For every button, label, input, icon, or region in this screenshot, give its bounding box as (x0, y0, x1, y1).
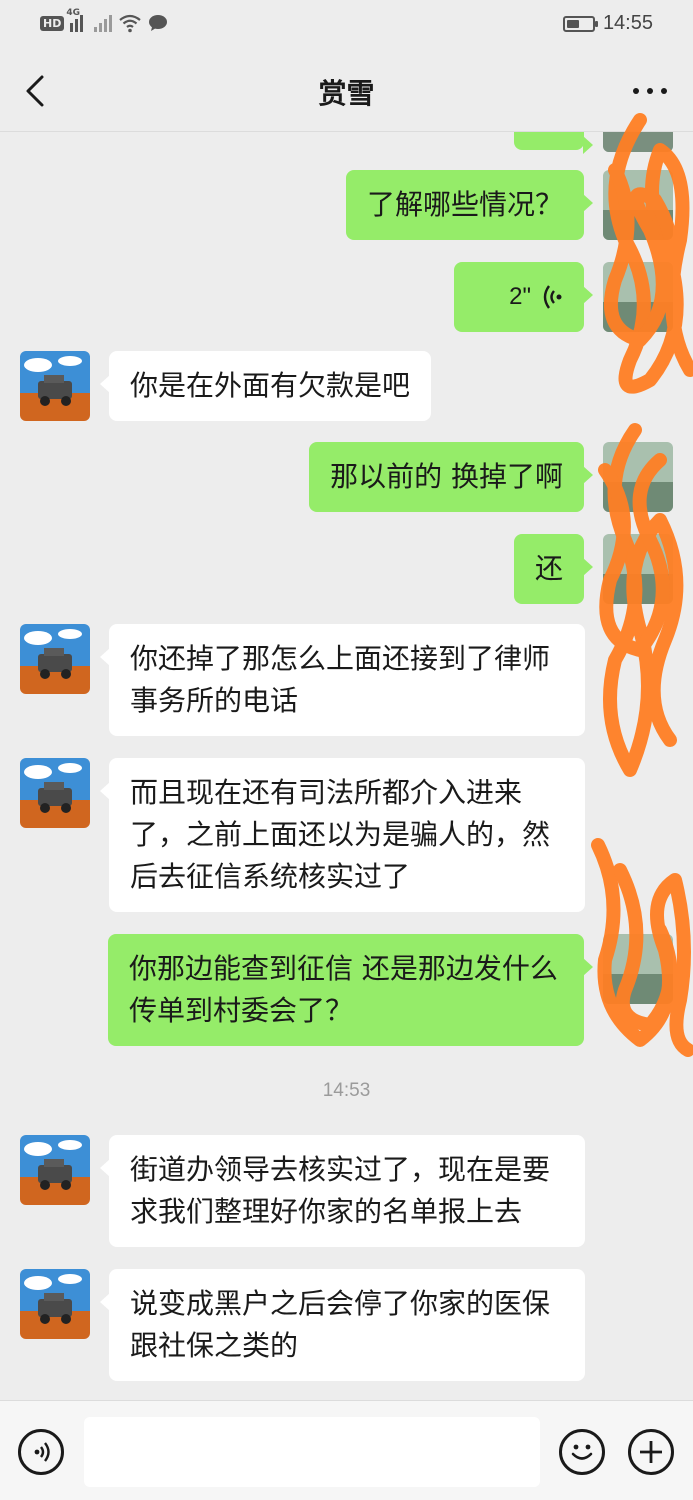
more-dots-icon[interactable] (633, 88, 667, 94)
avatar[interactable] (20, 351, 90, 421)
message-bubble-outgoing[interactable] (514, 132, 593, 154)
wifi-icon (119, 14, 142, 33)
avatar[interactable] (20, 1269, 90, 1339)
message-bubble-outgoing[interactable]: 那以前的 换掉了啊 (309, 442, 593, 512)
voice-input-icon[interactable] (18, 1429, 64, 1475)
message-bubble-outgoing[interactable]: 还 (513, 534, 594, 604)
message-bubble-incoming[interactable]: 而且现在还有司法所都介入进来了，之前上面还以为是骗人的，然后去征信系统核实过了 (100, 758, 585, 912)
emoji-icon[interactable] (559, 1429, 605, 1475)
avatar[interactable] (20, 1135, 90, 1205)
message-bubble-incoming[interactable]: 说变成黑户之后会停了你家的医保跟社保之类的 (100, 1269, 585, 1381)
chat-title: 赏雪 (318, 77, 375, 110)
message-row: 街道办领导去核实过了，现在是要求我们整理好你家的名单报上去 (0, 1135, 693, 1249)
avatar[interactable] (20, 624, 90, 694)
signal-secondary-icon (94, 14, 113, 32)
message-row: 你还掉了那怎么上面还接到了律师事务所的电话 (0, 624, 693, 739)
message-row: 那以前的 换掉了啊 (0, 442, 693, 514)
avatar[interactable] (603, 170, 673, 240)
message-row: 你是在外面有欠款是吧 (0, 351, 693, 423)
message-bubble-incoming[interactable]: 你是在外面有欠款是吧 (99, 351, 432, 421)
message-bubble-incoming[interactable]: 街道办领导去核实过了，现在是要求我们整理好你家的名单报上去 (100, 1135, 585, 1247)
status-bar: HD 4G 14:55 (0, 0, 693, 50)
avatar[interactable] (20, 758, 90, 828)
message-row: 说变成黑户之后会停了你家的医保跟社保之类的 (0, 1269, 693, 1383)
status-left: HD 4G (40, 8, 168, 33)
avatar[interactable] (603, 534, 673, 604)
avatar[interactable] (603, 934, 673, 1004)
hd-indicator: HD (40, 15, 65, 31)
avatar[interactable] (603, 132, 673, 152)
network-type: 4G (66, 8, 80, 18)
message-row: 还 (0, 534, 693, 606)
message-list[interactable]: 了解哪些情况？ 2" 你是在外面有欠款是吧 那以前的 换掉了啊 还 你还掉了那怎… (0, 132, 693, 1400)
status-right: 14:55 (562, 12, 653, 35)
message-row: 而且现在还有司法所都介入进来了，之前上面还以为是骗人的，然后去征信系统核实过了 (0, 758, 693, 914)
message-row: 了解哪些情况？ (0, 170, 693, 242)
battery-icon (562, 15, 598, 32)
clock: 14:55 (602, 12, 653, 34)
chat-header: 赏雪 (0, 50, 693, 132)
message-bubble-incoming[interactable]: 你还掉了那怎么上面还接到了律师事务所的电话 (100, 624, 585, 736)
chat-bubble-icon (149, 15, 168, 31)
message-bubble-outgoing[interactable]: 了解哪些情况？ (345, 170, 594, 240)
voice-message-bubble[interactable]: 2" (454, 262, 593, 332)
message-row: 你那边能查到征信 还是那边发什么传单到村委会了？ (0, 934, 693, 1048)
message-input[interactable] (84, 1417, 540, 1487)
avatar[interactable] (603, 442, 673, 512)
plus-icon[interactable] (628, 1429, 674, 1475)
timestamp: 14:53 (322, 1080, 371, 1101)
voice-duration: 2" (509, 283, 531, 310)
input-bar (0, 1400, 693, 1500)
voice-wave-icon (543, 285, 562, 309)
message-bubble-outgoing[interactable]: 你那边能查到征信 还是那边发什么传单到村委会了？ (108, 934, 593, 1046)
message-row: 2" (0, 262, 693, 332)
avatar[interactable] (603, 262, 673, 332)
message-row (0, 132, 693, 154)
signal-icon: 4G (66, 8, 88, 32)
